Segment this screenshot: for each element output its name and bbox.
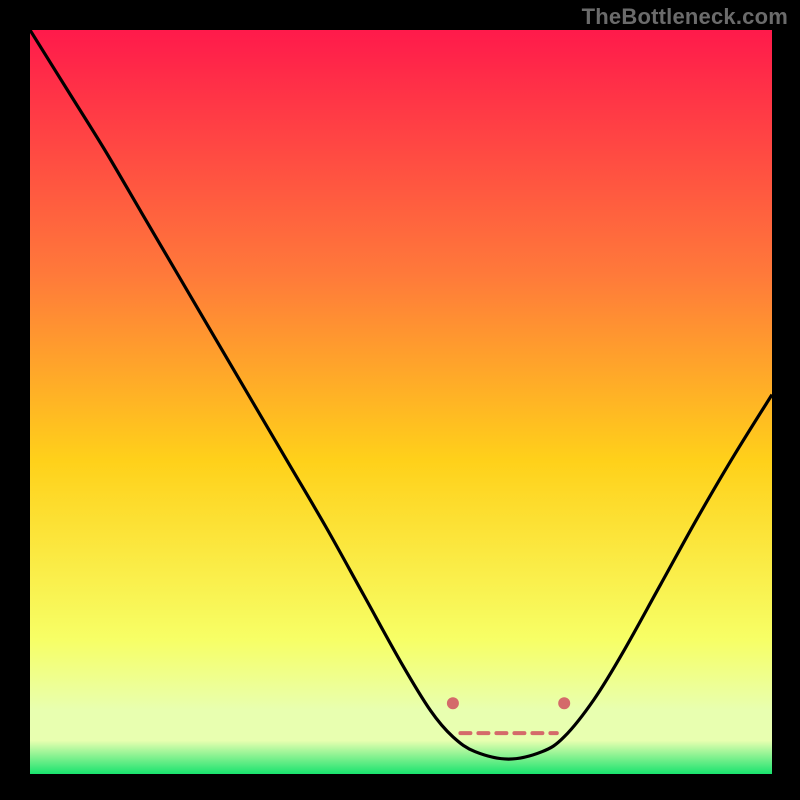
optimal-range-dot xyxy=(558,697,570,709)
optimal-range-dot xyxy=(447,697,459,709)
watermark-text: TheBottleneck.com xyxy=(582,4,788,30)
chart-stage: TheBottleneck.com xyxy=(0,0,800,800)
bottleneck-plot xyxy=(30,30,772,774)
